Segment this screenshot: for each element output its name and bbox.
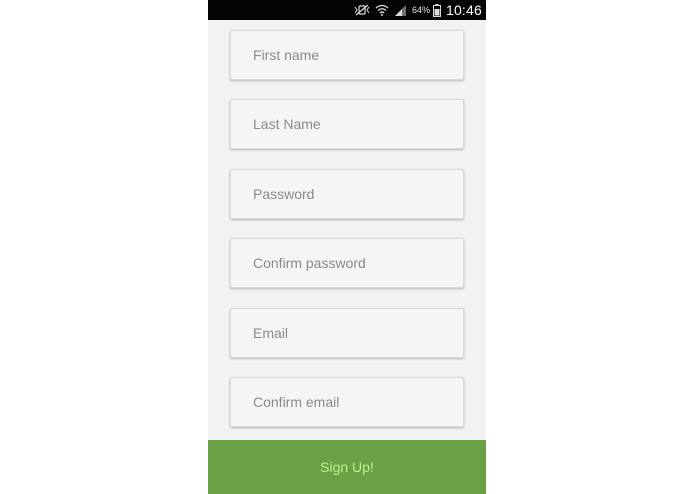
battery-icon	[432, 3, 441, 17]
last-name-input[interactable]	[231, 100, 463, 148]
signal-icon	[394, 4, 407, 16]
confirm-password-input[interactable]	[231, 239, 463, 287]
confirm-email-field	[230, 377, 464, 427]
sign-up-button-label: Sign Up!	[320, 459, 374, 475]
signup-form	[208, 20, 486, 440]
email-field	[230, 308, 464, 358]
wifi-icon	[375, 4, 389, 16]
password-input[interactable]	[231, 170, 463, 218]
status-clock: 10:46	[445, 2, 482, 18]
status-icons: 64% 10:46	[354, 0, 482, 20]
confirm-password-field	[230, 238, 464, 288]
battery-percent: 64%	[411, 5, 430, 15]
mute-vibrate-icon	[354, 4, 370, 16]
password-field	[230, 169, 464, 219]
first-name-field	[230, 30, 464, 80]
status-bar: 64% 10:46	[208, 0, 486, 20]
confirm-email-input[interactable]	[231, 378, 463, 426]
sign-up-button[interactable]: Sign Up!	[208, 440, 486, 494]
email-input[interactable]	[231, 309, 463, 357]
first-name-input[interactable]	[231, 31, 463, 79]
last-name-field	[230, 99, 464, 149]
phone-screen: 64% 10:46 First name Last Name Email Con…	[208, 0, 486, 494]
